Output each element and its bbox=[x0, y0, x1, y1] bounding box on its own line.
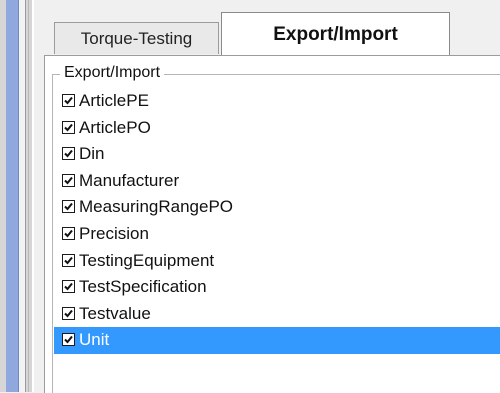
tab-strip: Torque-Testing Export/Import bbox=[34, 0, 500, 58]
checkbox[interactable] bbox=[62, 253, 75, 267]
frame-line bbox=[28, 0, 29, 392]
checkbox[interactable] bbox=[62, 333, 75, 347]
list-item-label: Manufacturer bbox=[79, 170, 180, 190]
list-item-label: Unit bbox=[79, 330, 110, 350]
tab-torque-testing[interactable]: Torque-Testing bbox=[54, 22, 219, 54]
list-item[interactable]: TestSpecification bbox=[54, 274, 500, 301]
groupbox-title: Export/Import bbox=[60, 62, 165, 84]
list-item-label: Precision bbox=[79, 223, 149, 243]
checkmark-icon bbox=[64, 176, 73, 185]
checkbox[interactable] bbox=[62, 200, 75, 214]
list-item[interactable]: Unit bbox=[54, 327, 500, 354]
list-item[interactable]: Testvalue bbox=[54, 301, 500, 328]
checkmark-icon bbox=[64, 309, 73, 318]
list-item-label: ArticlePE bbox=[79, 91, 149, 110]
frame-line bbox=[32, 0, 34, 392]
list-item-label: Din bbox=[79, 144, 105, 164]
checkmark-icon bbox=[64, 123, 73, 132]
checkmark-icon bbox=[64, 256, 73, 265]
checkmark-icon bbox=[64, 336, 73, 344]
list-item[interactable]: ArticlePO bbox=[54, 115, 500, 142]
frame-line bbox=[25, 0, 26, 392]
window-frame-accent bbox=[6, 0, 19, 392]
checkbox[interactable] bbox=[62, 280, 75, 294]
list-item[interactable]: Precision bbox=[54, 221, 500, 248]
checkmark-icon bbox=[64, 203, 73, 211]
checkbox[interactable] bbox=[62, 120, 75, 134]
list-item-label: TestingEquipment bbox=[79, 250, 215, 270]
window-left-edge bbox=[0, 0, 34, 392]
list-item[interactable]: MeasuringRangePO bbox=[54, 194, 500, 221]
checkmark-icon bbox=[64, 229, 73, 238]
list-item[interactable]: Manufacturer bbox=[54, 168, 500, 195]
checkmark-icon bbox=[64, 283, 73, 291]
list-item[interactable]: ArticlePE bbox=[54, 88, 500, 115]
checkmark-icon bbox=[64, 150, 73, 158]
list-item-label: Testvalue bbox=[79, 303, 151, 323]
checkbox[interactable] bbox=[62, 226, 75, 240]
checkbox[interactable] bbox=[62, 306, 75, 320]
checked-list[interactable]: ArticlePE ArticlePO Din Manufacturer Measuri… bbox=[54, 88, 500, 354]
list-item-label: TestSpecification bbox=[79, 277, 207, 297]
checkbox[interactable] bbox=[62, 94, 75, 107]
checkmark-icon bbox=[64, 96, 73, 105]
list-item[interactable]: TestingEquipment bbox=[54, 248, 500, 275]
tab-export-import[interactable]: Export/Import bbox=[221, 12, 450, 56]
checkbox[interactable] bbox=[62, 147, 75, 161]
list-item[interactable]: Din bbox=[54, 141, 500, 168]
checkbox[interactable] bbox=[62, 173, 75, 187]
list-item-label: ArticlePO bbox=[79, 117, 151, 137]
list-item-label: MeasuringRangePO bbox=[79, 197, 234, 217]
